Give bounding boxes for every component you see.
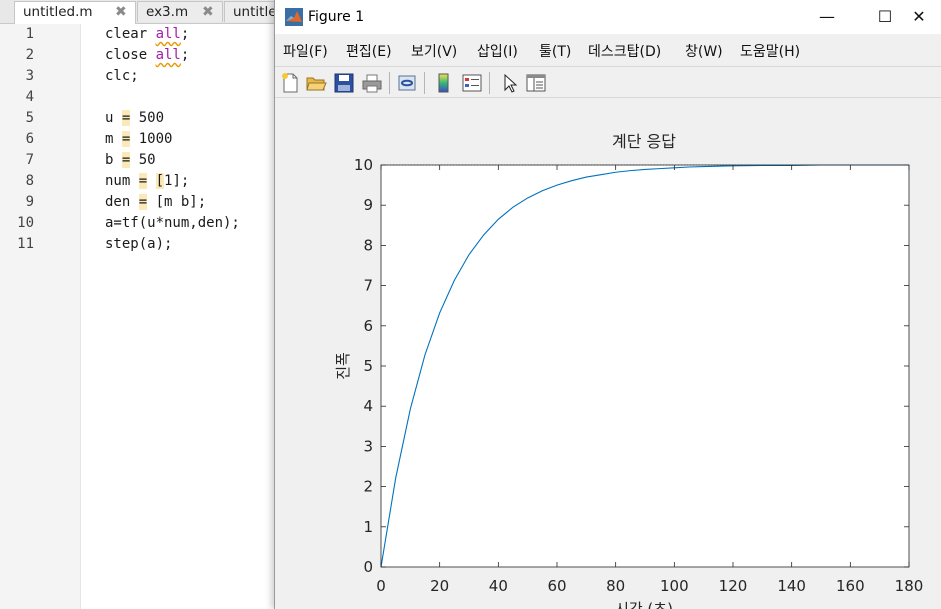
- toolbar-separator: [389, 72, 390, 94]
- y-tick-label: 5: [363, 357, 373, 375]
- x-tick-label: 160: [836, 577, 865, 595]
- code-text[interactable]: close all;: [105, 45, 189, 66]
- x-tick-label: 20: [430, 577, 449, 595]
- tab-label: untitled.m: [23, 4, 93, 20]
- tab-close-icon[interactable]: ✖: [202, 2, 214, 22]
- link-icon[interactable]: [396, 72, 418, 94]
- code-line[interactable]: 6 m = 1000: [0, 129, 275, 150]
- menu-tools[interactable]: 툴(T): [539, 41, 571, 61]
- menu-view[interactable]: 보기(V): [411, 41, 457, 61]
- line-number: 9: [25, 194, 34, 210]
- save-icon[interactable]: [333, 72, 355, 94]
- code-text[interactable]: clear all;: [105, 24, 189, 45]
- colorbar-icon[interactable]: [433, 72, 455, 94]
- legend-icon[interactable]: [461, 72, 483, 94]
- code-line[interactable]: 7 b = 50: [0, 150, 275, 171]
- figure-toolbar: [275, 66, 941, 98]
- chart-title: 계단 응답: [612, 132, 676, 151]
- title-bar[interactable]: Figure 1 — ☐ ✕: [275, 0, 941, 34]
- matlab-icon: [285, 8, 303, 26]
- figure-window[interactable]: Figure 1 — ☐ ✕ 파일(F) 편집(E) 보기(V) 삽입(I) 툴…: [274, 0, 941, 609]
- code-line[interactable]: 3 clc;: [0, 66, 275, 87]
- code-text[interactable]: m = 1000: [105, 129, 172, 150]
- menu-edit[interactable]: 편집(E): [346, 41, 392, 61]
- toolbar-separator: [489, 72, 490, 94]
- menu-insert[interactable]: 삽입(I): [477, 41, 518, 61]
- property-editor-icon[interactable]: [525, 72, 547, 94]
- code-text[interactable]: den = [m b];: [105, 192, 206, 213]
- x-tick-label: 60: [547, 577, 566, 595]
- line-number: 3: [25, 68, 34, 84]
- y-tick-label: 6: [363, 317, 373, 335]
- code-line[interactable]: 5 u = 500: [0, 108, 275, 129]
- y-tick-label: 2: [363, 478, 373, 496]
- code-text[interactable]: u = 500: [105, 108, 164, 129]
- x-tick-label: 80: [606, 577, 625, 595]
- code-text[interactable]: b = 50: [105, 150, 156, 171]
- editor-tab-bar: untitled.m ✖ ex3.m ✖ untitled: [0, 0, 284, 24]
- pointer-icon[interactable]: [499, 72, 521, 94]
- print-icon[interactable]: [361, 72, 383, 94]
- open-folder-icon[interactable]: [305, 72, 327, 94]
- y-tick-label: 9: [363, 196, 373, 214]
- code-line[interactable]: 1 clear all;: [0, 24, 275, 45]
- x-tick-label: 0: [376, 577, 386, 595]
- x-tick-label: 180: [895, 577, 924, 595]
- y-tick-label: 3: [363, 437, 373, 455]
- line-number: 1: [25, 26, 34, 42]
- y-tick-label: 8: [363, 236, 373, 254]
- axes: 0 20 40 60 80 100 120 140 160 180 0 1 2 3 4 5 6 7 8 9 10: [354, 156, 923, 595]
- code-line[interactable]: 9 den = [m b];: [0, 192, 275, 213]
- toolbar-separator: [424, 72, 425, 94]
- menu-window[interactable]: 창(W): [685, 41, 723, 61]
- code-text[interactable]: step(a);: [105, 234, 172, 255]
- y-tick-label: 1: [363, 518, 373, 536]
- line-number: 6: [25, 131, 34, 147]
- code-line[interactable]: 2 close all;: [0, 45, 275, 66]
- tab-untitled-m[interactable]: untitled.m ✖: [14, 1, 136, 24]
- line-number: 7: [25, 152, 34, 168]
- x-axis-label: 시간 (초): [615, 600, 673, 609]
- new-figure-icon[interactable]: [279, 72, 301, 94]
- y-tick-label: 4: [363, 397, 373, 415]
- code-line[interactable]: 10 a=tf(u*num,den);: [0, 213, 275, 234]
- tab-ex3-m[interactable]: ex3.m ✖: [137, 1, 223, 22]
- window-title: Figure 1: [308, 9, 365, 25]
- menu-file[interactable]: 파일(F): [283, 41, 328, 61]
- code-text[interactable]: clc;: [105, 66, 139, 87]
- x-tick-label: 100: [660, 577, 689, 595]
- menu-bar: 파일(F) 편집(E) 보기(V) 삽입(I) 툴(T) 데스크탑(D) 창(W…: [275, 39, 941, 63]
- line-number: 10: [17, 215, 34, 231]
- y-tick-label: 10: [354, 156, 373, 174]
- menu-help[interactable]: 도움말(H): [740, 41, 800, 61]
- axes-background: [381, 165, 909, 567]
- code-editor[interactable]: untitled.m ✖ ex3.m ✖ untitled 1 clear all…: [0, 0, 284, 609]
- line-number: 4: [25, 89, 34, 105]
- x-tick-label: 140: [777, 577, 806, 595]
- x-tick-label: 120: [719, 577, 748, 595]
- code-text[interactable]: num = [1];: [105, 171, 189, 192]
- y-tick-label: 7: [363, 277, 373, 295]
- code-line[interactable]: 8 num = [1];: [0, 171, 275, 192]
- close-button[interactable]: ✕: [896, 0, 941, 34]
- y-axis-label: 진폭: [334, 352, 352, 380]
- x-tick-label: 40: [489, 577, 508, 595]
- step-response-chart[interactable]: 계단 응답 시간 (초) 진폭 0 20 40 60 80 100 120 140 160 180…: [275, 98, 941, 609]
- plot-area[interactable]: 계단 응답 시간 (초) 진폭 0 20 40 60 80 100 120 140 160 180…: [275, 98, 941, 609]
- line-number: 11: [17, 236, 34, 252]
- tab-label: ex3.m: [146, 4, 189, 20]
- y-tick-label: 0: [363, 558, 373, 576]
- minimize-button[interactable]: —: [804, 0, 850, 34]
- menu-desktop[interactable]: 데스크탑(D): [588, 41, 661, 61]
- line-number: 2: [25, 47, 34, 63]
- code-text[interactable]: a=tf(u*num,den);: [105, 213, 240, 234]
- line-number: 5: [25, 110, 34, 126]
- line-number: 8: [25, 173, 34, 189]
- code-line[interactable]: 11 step(a);: [0, 234, 275, 255]
- code-line[interactable]: 4: [0, 87, 275, 108]
- tab-close-icon[interactable]: ✖: [115, 2, 127, 22]
